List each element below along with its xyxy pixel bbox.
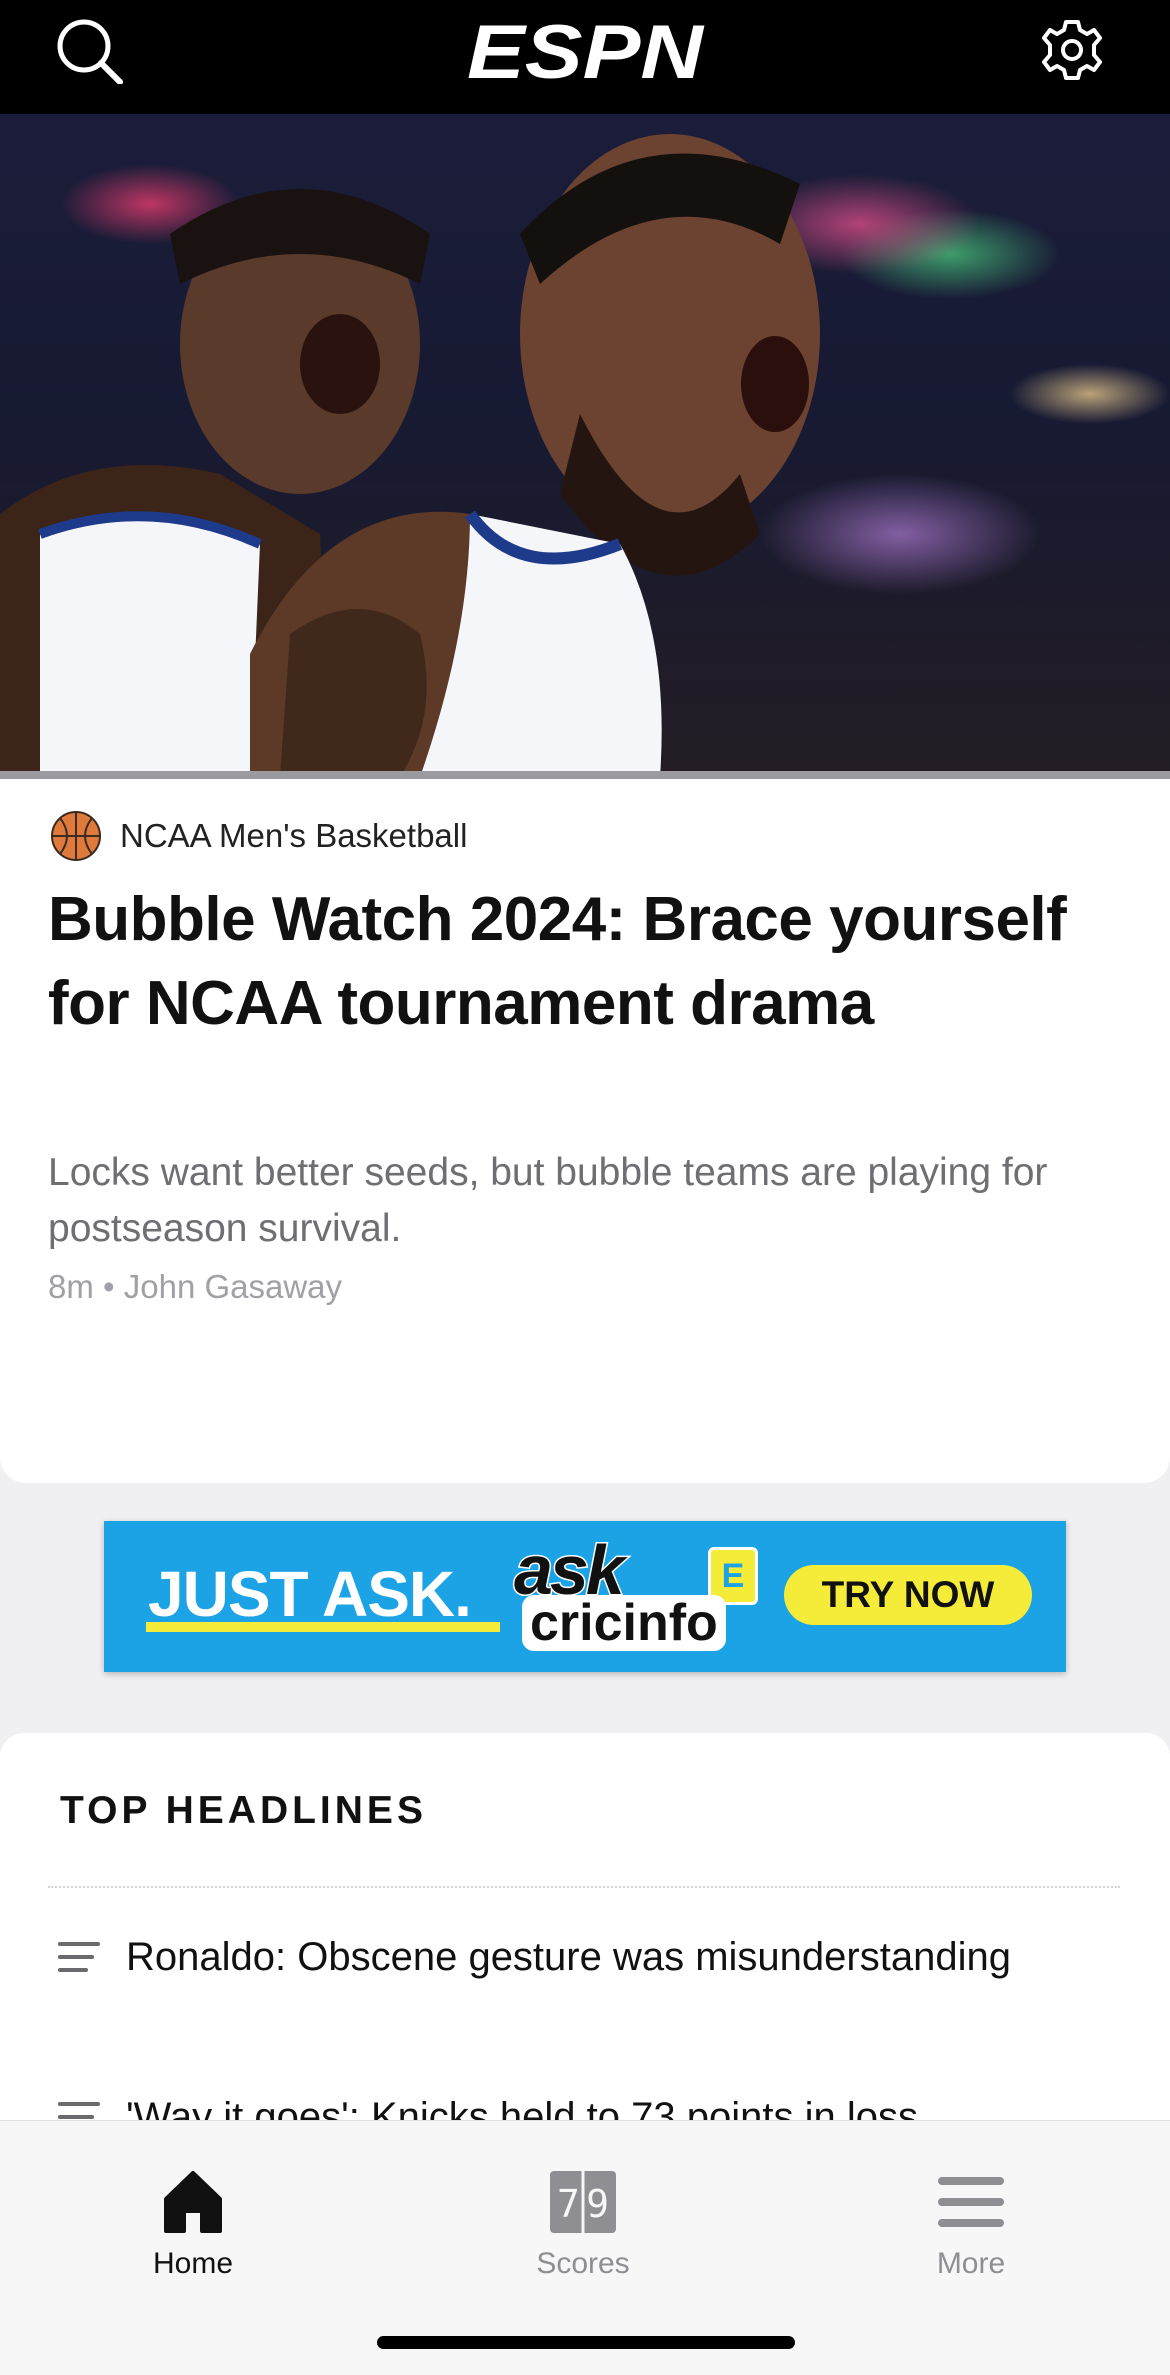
ad-underline <box>146 1622 500 1632</box>
headline-text: Ronaldo: Obscene gesture was misundersta… <box>126 1935 1011 1979</box>
espn-logo[interactable]: ESPN <box>460 10 710 90</box>
tab-home-label: Home <box>152 2247 234 2280</box>
hero-divider <box>0 771 1170 779</box>
tab-scores-label: Scores <box>536 2247 630 2280</box>
espn-logo-text: ESPN <box>467 10 705 90</box>
tab-more-label: More <box>936 2247 1006 2280</box>
home-indicator[interactable] <box>377 2336 795 2349</box>
sport-label: NCAA Men's Basketball <box>120 817 468 854</box>
menu-icon <box>938 2177 1004 2227</box>
tab-scores[interactable]: 79 Scores <box>483 2147 683 2280</box>
ad-banner[interactable]: JUST ASK. ask E cricinfo TRY NOW <box>104 1521 1066 1672</box>
hero-image[interactable] <box>0 114 1170 777</box>
ad-brand-bottom: cricinfo <box>522 1595 726 1651</box>
gear-icon[interactable] <box>1034 12 1110 88</box>
tab-more[interactable]: More <box>871 2147 1071 2280</box>
lead-headline[interactable]: Bubble Watch 2024: Brace yourself for NC… <box>48 878 1118 1046</box>
search-icon[interactable] <box>52 14 132 84</box>
top-bar: ESPN <box>0 0 1170 114</box>
article-lines-icon <box>58 1942 100 1981</box>
tab-home[interactable]: Home <box>93 2147 293 2280</box>
top-headlines-title: TOP HEADLINES <box>60 1789 427 1832</box>
ad-left-text: JUST ASK. <box>148 1558 472 1630</box>
ad-brand-logo: ask E cricinfo <box>513 1534 758 1655</box>
players-illustration <box>0 134 820 777</box>
byline: 8m • John Gasaway <box>48 1268 343 1305</box>
home-icon <box>164 2171 222 2233</box>
sport-tag[interactable]: NCAA Men's Basketball <box>50 810 467 862</box>
headline-item[interactable]: Ronaldo: Obscene gesture was misundersta… <box>58 1932 1128 2042</box>
basketball-icon <box>51 811 101 861</box>
scoreboard-icon: 79 <box>550 2171 616 2233</box>
ad-cta-button[interactable]: TRY NOW <box>784 1565 1032 1625</box>
headlines-divider <box>48 1886 1120 1888</box>
lead-dek: Locks want better seeds, but bubble team… <box>48 1151 1048 1250</box>
